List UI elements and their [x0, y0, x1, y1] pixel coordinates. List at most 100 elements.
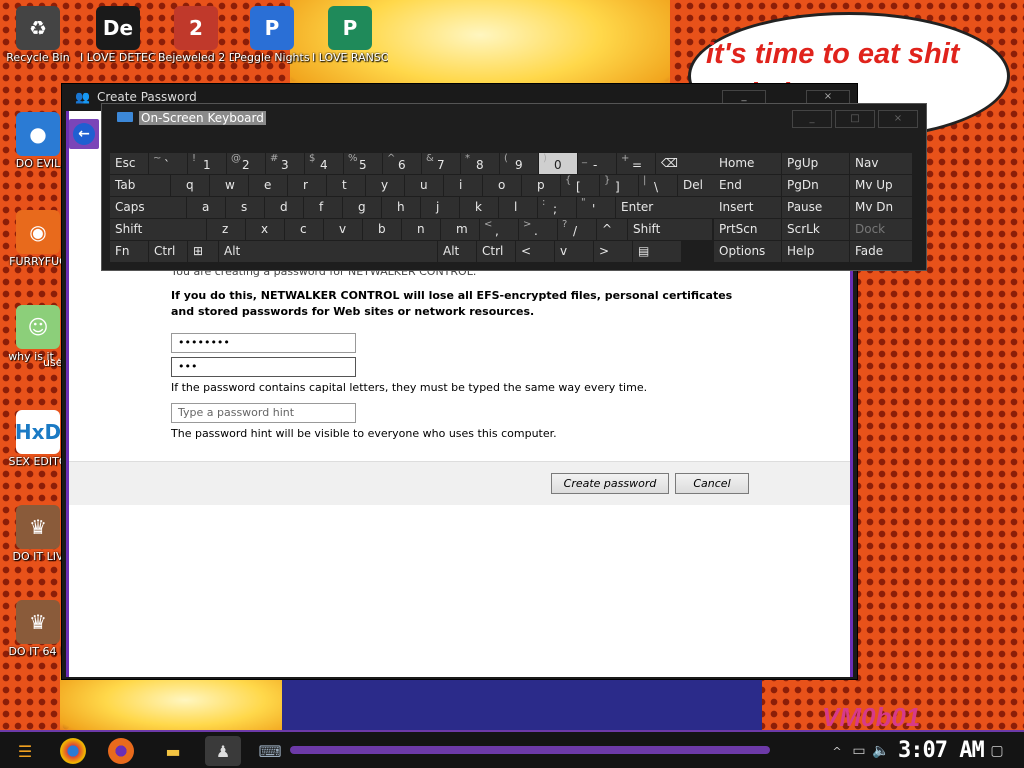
osk-nav-key[interactable]: Fade [850, 241, 912, 262]
osk-key[interactable]: & 7 [422, 153, 460, 174]
osk-key[interactable]: x [246, 219, 284, 240]
osk-key[interactable]: d [265, 197, 303, 218]
osk-close-button[interactable]: × [878, 110, 918, 128]
osk-key[interactable]: | \ [639, 175, 677, 196]
osk-key[interactable]: w [210, 175, 248, 196]
cancel-button[interactable]: Cancel [675, 473, 749, 494]
osk-key[interactable]: ! 1 [188, 153, 226, 174]
start-button[interactable]: ☰ [10, 736, 40, 766]
osk-key[interactable]: ⌫ [656, 153, 716, 174]
osk-key[interactable]: Shift [110, 219, 206, 240]
osk-title[interactable]: On-Screen Keyboard [139, 111, 266, 125]
osk-key[interactable]: g [343, 197, 381, 218]
osk-key[interactable]: ^ [597, 219, 627, 240]
osk-key[interactable]: c [285, 219, 323, 240]
osk-nav-key[interactable]: Mv Up [850, 175, 912, 196]
osk-key[interactable]: % 5 [344, 153, 382, 174]
desktop-icon[interactable]: ♻ Recycle Bin [0, 6, 76, 64]
osk-key[interactable]: + = [617, 153, 655, 174]
osk-key[interactable]: k [460, 197, 498, 218]
osk-key[interactable]: #3 [266, 153, 304, 174]
control-panel-taskbar-icon[interactable]: ♟ [205, 736, 241, 766]
confirm-password-input[interactable]: ••• [171, 357, 356, 377]
osk-nav-key[interactable]: End [714, 175, 781, 196]
notifications-icon[interactable]: ▢ [982, 736, 1012, 766]
osk-key[interactable]: q [171, 175, 209, 196]
osk-key[interactable]: Del [678, 175, 716, 196]
osk-key[interactable]: a [187, 197, 225, 218]
password-hint-input[interactable]: Type a password hint [171, 403, 356, 423]
osk-key[interactable]: >. [519, 219, 557, 240]
osk-nav-key[interactable]: Options [714, 241, 781, 262]
osk-key[interactable]: y [366, 175, 404, 196]
osk-key[interactable]: l [499, 197, 537, 218]
osk-key[interactable]: p [522, 175, 560, 196]
osk-key[interactable]: ⊞ [188, 241, 218, 262]
osk-key[interactable]: :; [538, 197, 576, 218]
desktop-icon[interactable]: P I LOVE RANSOMWARE [312, 6, 388, 64]
osk-key[interactable]: }] [600, 175, 638, 196]
osk-key[interactable]: Esc [110, 153, 148, 174]
osk-key[interactable]: j [421, 197, 459, 218]
chrome-taskbar-icon[interactable] [60, 738, 86, 764]
back-button[interactable]: ← [69, 119, 99, 149]
osk-key[interactable]: (9 [500, 153, 538, 174]
osk-nav-key[interactable]: Home [714, 153, 781, 174]
osk-key[interactable]: * 8 [461, 153, 499, 174]
desktop-icon[interactable]: De I LOVE DETECTING [80, 6, 156, 64]
osk-key[interactable]: <, [480, 219, 518, 240]
osk-key[interactable]: u [405, 175, 443, 196]
firefox-taskbar-icon[interactable] [108, 738, 134, 764]
osk-key[interactable]: @2 [227, 153, 265, 174]
osk-key[interactable]: " ' [577, 197, 615, 218]
osk-key[interactable]: Shift [628, 219, 712, 240]
file-explorer-taskbar-icon[interactable]: ▬ [158, 736, 188, 766]
osk-key[interactable]: Tab [110, 175, 170, 196]
osk-key[interactable]: > [594, 241, 632, 262]
osk-nav-key[interactable]: Nav [850, 153, 912, 174]
osk-key[interactable]: Caps [110, 197, 186, 218]
osk-key[interactable]: h [382, 197, 420, 218]
osk-key[interactable]: o [483, 175, 521, 196]
osk-key[interactable]: ) 0 [539, 153, 577, 174]
new-password-input[interactable]: •••••••• [171, 333, 356, 353]
create-password-button[interactable]: Create password [551, 473, 669, 494]
osk-nav-key[interactable]: Mv Dn [850, 197, 912, 218]
osk-key[interactable]: e [249, 175, 287, 196]
osk-nav-key[interactable]: ScrLk [782, 219, 849, 240]
desktop-icon[interactable]: P Peggle Nights Deluxe [234, 6, 310, 64]
osk-key[interactable]: s [226, 197, 264, 218]
desktop-icon[interactable]: 2 Bejeweled 2 Deluxe [158, 6, 234, 64]
osk-key[interactable]: < [516, 241, 554, 262]
osk-taskbar-icon[interactable]: ⌨ [255, 736, 285, 766]
osk-key[interactable]: t [327, 175, 365, 196]
osk-key[interactable]: v [324, 219, 362, 240]
osk-key[interactable]: r [288, 175, 326, 196]
osk-nav-key[interactable]: Insert [714, 197, 781, 218]
osk-key[interactable]: z [207, 219, 245, 240]
osk-nav-key[interactable]: PgDn [782, 175, 849, 196]
osk-key[interactable]: ? / [558, 219, 596, 240]
osk-key[interactable]: Alt [438, 241, 476, 262]
osk-key[interactable]: $4 [305, 153, 343, 174]
osk-key[interactable]: Fn [110, 241, 148, 262]
osk-key[interactable]: ~ ` [149, 153, 187, 174]
osk-key[interactable]: {[ [561, 175, 599, 196]
osk-nav-key[interactable]: Help [782, 241, 849, 262]
osk-key[interactable]: Ctrl [477, 241, 515, 262]
osk-key[interactable]: _ - [578, 153, 616, 174]
osk-key[interactable]: v [555, 241, 593, 262]
osk-nav-key[interactable]: PrtScn [714, 219, 781, 240]
dialog-minimize-button[interactable]: _ [722, 90, 766, 104]
taskbar-clock[interactable]: 3:07 AM [898, 738, 985, 763]
dialog-close-button[interactable]: × [806, 90, 850, 104]
osk-key[interactable]: b [363, 219, 401, 240]
osk-key[interactable]: Ctrl [149, 241, 187, 262]
osk-key[interactable]: ^ 6 [383, 153, 421, 174]
osk-key[interactable]: Alt [219, 241, 437, 262]
osk-maximize-button[interactable]: □ [835, 110, 875, 128]
osk-key[interactable]: i [444, 175, 482, 196]
osk-key[interactable]: f [304, 197, 342, 218]
volume-icon[interactable]: 🔈 [866, 736, 896, 766]
osk-nav-key[interactable]: PgUp [782, 153, 849, 174]
